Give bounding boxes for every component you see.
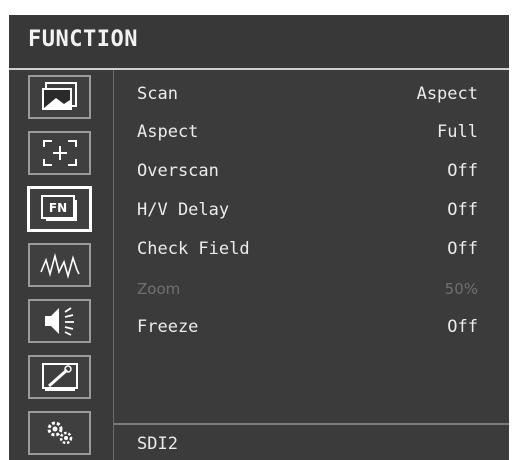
menu-item-overscan[interactable]: Overscan Off xyxy=(114,155,509,193)
status-bar: SDI2 xyxy=(114,423,509,460)
sidebar-item-function[interactable]: FN xyxy=(28,187,91,231)
menu-item-value: Off xyxy=(447,200,478,220)
display-tools-icon xyxy=(41,363,78,391)
menu-item-label: H/V Delay xyxy=(137,200,230,220)
menu-item-label: Freeze xyxy=(137,317,199,337)
menu-item-value: Off xyxy=(447,239,478,259)
menu-list: Scan Aspect Aspect Full Overscan Off H/V… xyxy=(114,70,509,423)
waveform-icon xyxy=(39,252,80,279)
menu-item-zoom: Zoom 50% xyxy=(114,272,509,310)
page-title: FUNCTION xyxy=(28,27,138,52)
menu-item-freeze[interactable]: Freeze Off xyxy=(114,311,509,349)
menu-item-aspect[interactable]: Aspect Full xyxy=(114,116,509,154)
sidebar: FN xyxy=(9,70,114,460)
menu-item-hv-delay[interactable]: H/V Delay Off xyxy=(114,194,509,232)
menu-item-label: Check Field xyxy=(137,239,250,259)
menu-item-check-field[interactable]: Check Field Off xyxy=(114,233,509,271)
menu-item-value: Aspect xyxy=(416,84,478,104)
menu-item-label: Zoom xyxy=(137,280,181,298)
sidebar-item-system[interactable] xyxy=(28,411,91,455)
menu-item-scan[interactable]: Scan Aspect xyxy=(114,78,509,116)
fn-icon: FN xyxy=(40,195,77,221)
gears-icon xyxy=(47,421,72,445)
marker-icon xyxy=(42,140,77,166)
menu-item-label: Aspect xyxy=(137,122,199,142)
sidebar-item-waveform[interactable] xyxy=(28,243,91,287)
sidebar-item-marker[interactable] xyxy=(28,131,91,175)
picture-icon xyxy=(41,82,77,110)
speaker-icon xyxy=(44,307,74,336)
menu-item-label: Overscan xyxy=(137,161,219,181)
input-source-label: SDI2 xyxy=(137,434,178,454)
sidebar-item-picture[interactable] xyxy=(28,75,91,119)
function-menu-window: FUNCTION FN Scan Aspect Aspect Full Over… xyxy=(9,15,509,460)
fn-icon-label: FN xyxy=(48,201,66,215)
sidebar-item-display[interactable] xyxy=(28,355,91,399)
menu-item-value: Off xyxy=(447,161,478,181)
sidebar-item-audio[interactable] xyxy=(28,299,91,343)
menu-item-value: 50% xyxy=(444,280,478,298)
menu-item-label: Scan xyxy=(137,84,178,104)
menu-item-value: Off xyxy=(447,317,478,337)
title-bar: FUNCTION xyxy=(9,15,509,70)
menu-item-value: Full xyxy=(437,122,478,142)
